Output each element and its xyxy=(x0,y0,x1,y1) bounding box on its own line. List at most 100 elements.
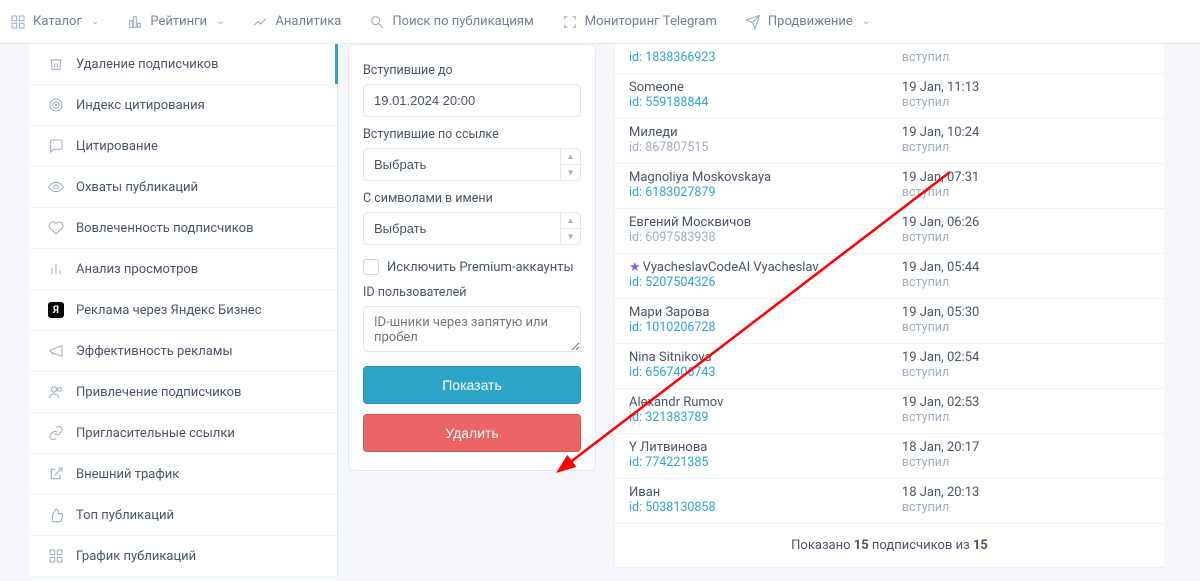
user-id[interactable]: id: 1010206728 xyxy=(629,320,902,335)
chevron-up-icon[interactable]: ▲ xyxy=(561,149,580,165)
row-status: вступил xyxy=(902,275,1150,290)
user-id[interactable]: id: 6567406743 xyxy=(629,365,902,380)
table-row[interactable]: Миледиid: 86780751519 Jan, 10:24вступил xyxy=(615,119,1164,164)
sidebar-item-bars[interactable]: Анализ просмотров xyxy=(30,249,337,290)
sidebar-item-label: Вовлеченность подписчиков xyxy=(76,221,254,236)
chevron-down-icon: ⌄ xyxy=(862,16,870,27)
sidebar-item-megaphone[interactable]: Эффективность рекламы xyxy=(30,331,337,372)
user-id[interactable]: id: 867807515 xyxy=(629,140,902,155)
sidebar-item-target[interactable]: Индекс цитирования xyxy=(30,85,337,126)
nav-мониторинг-telegram[interactable]: Мониторинг Telegram xyxy=(562,14,717,30)
sidebar-item-users[interactable]: Привлечение подписчиков xyxy=(30,372,337,413)
table-row[interactable]: Someoneid: 55918884419 Jan, 11:13вступил xyxy=(615,74,1164,119)
user-name: Евгений Москвичов xyxy=(629,215,902,230)
chevron-down-icon[interactable]: ▼ xyxy=(561,165,580,180)
sidebar-item-label: Привлечение подписчиков xyxy=(76,385,241,400)
row-status: вступил xyxy=(902,365,1150,380)
megaphone-icon xyxy=(48,343,64,359)
row-time: 19 Jan, 07:31 xyxy=(902,170,1150,185)
row-status: вступил xyxy=(902,95,1150,110)
users-icon xyxy=(48,384,64,400)
nav-каталог[interactable]: Каталог⌄ xyxy=(10,14,99,30)
sidebar-item-quote[interactable]: Цитирование xyxy=(30,126,337,167)
nav-поиск-по-публикациям[interactable]: Поиск по публикациям xyxy=(369,14,533,30)
user-name: Y Литвинова xyxy=(629,440,902,455)
sidebar-item-out[interactable]: Внешний трафик xyxy=(30,454,337,495)
user-name: Magnoliya Moskovskaya xyxy=(629,170,902,185)
results-table: id: 1838366923вступилSomeoneid: 55918884… xyxy=(614,44,1164,568)
nav-рейтинги[interactable]: Рейтинги⌄ xyxy=(127,14,224,30)
row-time: 19 Jan, 06:26 xyxy=(902,215,1150,230)
label-joined-by-link: Вступившие по ссылке xyxy=(363,127,581,142)
user-id[interactable]: id: 5207504326 xyxy=(629,275,902,290)
table-row[interactable]: Иванid: 503813085818 Jan, 20:13вступил xyxy=(615,479,1164,524)
select-name-symbols[interactable] xyxy=(363,212,561,245)
delete-button[interactable]: Удалить xyxy=(363,414,581,452)
select-joined-by-link[interactable] xyxy=(363,148,561,181)
top-nav: Каталог⌄ Рейтинги⌄ Аналитика Поиск по публи… xyxy=(0,0,1200,44)
table-row[interactable]: Alexandr Rumovid: 32138378919 Jan, 02:53… xyxy=(615,389,1164,434)
label-name-symbols: С символами в имени xyxy=(363,191,581,206)
row-status: вступил xyxy=(902,410,1150,425)
user-id[interactable]: id: 774221385 xyxy=(629,455,902,470)
sidebar-item-link[interactable]: Пригласительные ссылки xyxy=(30,413,337,454)
textarea-user-ids[interactable] xyxy=(363,306,581,352)
table-row[interactable]: ★VyacheslavCodeAI Vyacheslavid: 52075043… xyxy=(615,254,1164,299)
user-name: ★VyacheslavCodeAI Vyacheslav xyxy=(629,260,902,275)
sidebar-item-label: Пригласительные ссылки xyxy=(76,426,235,441)
sidebar-item-label: Удаление подписчиков xyxy=(76,57,219,72)
chevron-down-icon: ⌄ xyxy=(216,16,224,27)
table-row[interactable]: id: 1838366923вступил xyxy=(615,44,1164,74)
search-icon xyxy=(369,14,385,30)
sidebar-item-heart[interactable]: Вовлеченность подписчиков xyxy=(30,208,337,249)
sidebar-item-grid[interactable]: График публикаций xyxy=(30,536,337,577)
show-button[interactable]: Показать xyxy=(363,366,581,404)
table-row[interactable]: Мари Зароваid: 101020672819 Jan, 05:30вс… xyxy=(615,299,1164,344)
table-row[interactable]: Nina Sitnikovaid: 656740674319 Jan, 02:5… xyxy=(615,344,1164,389)
sidebar-item-label: Анализ просмотров xyxy=(76,262,198,277)
target-icon xyxy=(48,97,64,113)
row-time: 19 Jan, 02:54 xyxy=(902,350,1150,365)
user-name: Иван xyxy=(629,485,902,500)
user-id[interactable]: id: 559188844 xyxy=(629,95,902,110)
sidebar-item-trash[interactable]: Удаление подписчиков xyxy=(30,44,337,85)
row-status: вступил xyxy=(902,320,1150,335)
chart-icon xyxy=(127,14,143,30)
scan-icon xyxy=(562,14,578,30)
table-row[interactable]: Евгений Москвичовid: 609758393819 Jan, 0… xyxy=(615,209,1164,254)
checkbox-exclude-premium[interactable]: Исключить Premium-аккаунты xyxy=(363,259,581,275)
row-time: 19 Jan, 02:53 xyxy=(902,395,1150,410)
chevron-up-icon[interactable]: ▲ xyxy=(561,213,580,229)
label-joined-before: Вступившие до xyxy=(363,63,581,78)
sidebar-item-label: Цитирование xyxy=(76,139,158,154)
quote-icon xyxy=(48,138,64,154)
user-id[interactable]: id: 6183027879 xyxy=(629,185,902,200)
stepper-joined-by-link[interactable]: ▲▼ xyxy=(561,148,581,181)
chevron-down-icon[interactable]: ▼ xyxy=(561,229,580,244)
user-id[interactable]: id: 321383789 xyxy=(629,410,902,425)
sidebar-item-label: Эффективность рекламы xyxy=(76,344,233,359)
user-id[interactable]: id: 6097583938 xyxy=(629,230,902,245)
table-row[interactable]: Y Литвиноваid: 77422138518 Jan, 20:17вст… xyxy=(615,434,1164,479)
user-id[interactable]: id: 5038130858 xyxy=(629,500,902,515)
sidebar-item-eye[interactable]: Охваты публикаций xyxy=(30,167,337,208)
user-name: Someone xyxy=(629,80,902,95)
row-time: 19 Jan, 05:30 xyxy=(902,305,1150,320)
line-icon xyxy=(252,14,268,30)
row-status: вступил xyxy=(902,230,1150,245)
table-row[interactable]: Magnoliya Moskovskayaid: 618302787919 Ja… xyxy=(615,164,1164,209)
row-time: 19 Jan, 05:44 xyxy=(902,260,1150,275)
user-id[interactable]: id: 1838366923 xyxy=(629,50,902,65)
sidebar-item-thumb[interactable]: Топ публикаций xyxy=(30,495,337,536)
link-icon xyxy=(48,425,64,441)
input-joined-before[interactable] xyxy=(363,84,581,117)
bars-icon xyxy=(48,261,64,277)
sidebar-item-label: Внешний трафик xyxy=(76,467,179,482)
filter-panel: Вступившие до Вступившие по ссылке ▲▼ С … xyxy=(348,44,596,471)
nav-продвижение[interactable]: Продвижение⌄ xyxy=(745,14,870,30)
sidebar-item-yb[interactable]: ЯРеклама через Яндекс Бизнес xyxy=(30,290,337,331)
stepper-name-symbols[interactable]: ▲▼ xyxy=(561,212,581,245)
yandex-business-icon: Я xyxy=(48,302,64,318)
nav-аналитика[interactable]: Аналитика xyxy=(252,14,341,30)
row-status: вступил xyxy=(902,185,1150,200)
